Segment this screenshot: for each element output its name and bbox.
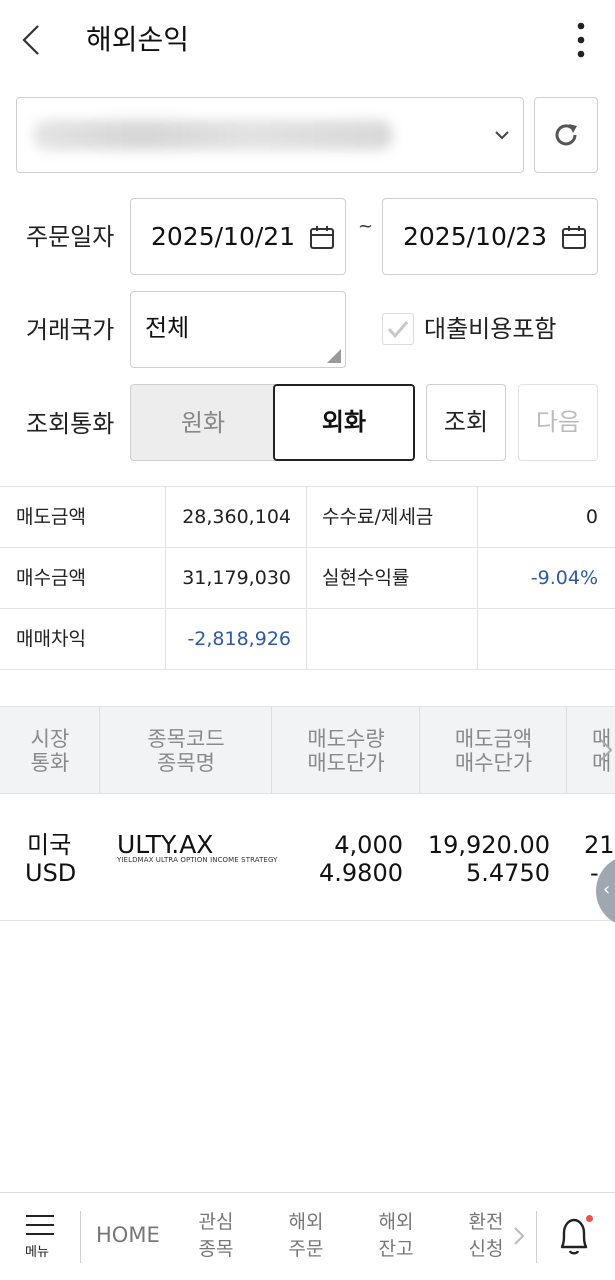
next-button[interactable]: 다음: [518, 384, 598, 461]
row-next-col-1: 21: [584, 831, 615, 859]
col-market-currency: 시장 통화: [30, 727, 70, 775]
fee-tax-value: 0: [585, 506, 598, 528]
end-date-field[interactable]: 2025/10/23: [382, 198, 598, 275]
start-date-field[interactable]: 2025/10/21: [130, 198, 346, 275]
row-market: 미국: [27, 831, 72, 859]
row-name: YIELDMAX ULTRA OPTION INCOME STRATEGY: [117, 856, 278, 864]
calendar-icon: [310, 226, 334, 249]
refresh-icon: [555, 124, 577, 146]
start-date-value: 2025/10/21: [151, 222, 296, 251]
currency-label: 조회통화: [26, 410, 115, 438]
chevron-left-icon: ‹: [603, 879, 611, 900]
back-button[interactable]: [14, 20, 50, 60]
col-sell-amount-buy-price: 매도금액 매수단가: [454, 727, 533, 775]
col-code-name: 종목코드 종목명: [147, 727, 225, 775]
date-separator: ~: [358, 216, 374, 237]
refresh-button[interactable]: [534, 97, 598, 173]
hamburger-icon: [26, 1215, 54, 1242]
end-date-value: 2025/10/23: [403, 222, 548, 251]
order-date-label: 주문일자: [26, 223, 115, 251]
row-sell-price: 4.9800: [319, 859, 403, 887]
grid-header: 시장 통화 종목코드 종목명 매도수량 매도단가 매도금액 매수단가 매매: [0, 706, 615, 794]
more-menu-button[interactable]: [564, 20, 598, 60]
chevron-right-icon[interactable]: [512, 1225, 526, 1247]
app-header: 해외손익: [0, 0, 615, 80]
bottom-nav: 메뉴 HOME 관심 종목 해외 주문 해외 잔고 환전 신청: [0, 1192, 615, 1280]
sell-amount-label: 매도금액: [16, 506, 86, 528]
nav-overseas-balance[interactable]: 해외 잔고: [366, 1209, 426, 1263]
trade-pl-value: -2,818,926: [187, 628, 291, 650]
checkmark-icon: [387, 321, 409, 339]
country-select[interactable]: 전체: [130, 291, 346, 368]
summary-row: 매도금액 28,360,104 수수료/제세금 0: [0, 487, 615, 548]
col-sell-qty-price: 매도수량 매도단가: [307, 727, 385, 775]
row-buy-price: 5.4750: [466, 859, 550, 887]
loan-cost-label: 대출비용포함: [424, 315, 557, 343]
nav-watchlist[interactable]: 관심 종목: [186, 1209, 246, 1263]
menu-button[interactable]: 메뉴: [22, 1211, 60, 1261]
country-label: 거래국가: [26, 316, 115, 344]
trade-pl-label: 매매차익: [16, 628, 86, 650]
buy-amount-label: 매수금액: [16, 567, 86, 589]
dropdown-corner-icon: [327, 349, 341, 363]
currency-krw-toggle[interactable]: 원화: [130, 384, 275, 461]
nav-home[interactable]: HOME: [96, 1223, 160, 1247]
notification-dot: [586, 1215, 593, 1222]
currency-foreign-toggle[interactable]: 외화: [273, 384, 415, 461]
account-select[interactable]: [16, 97, 524, 173]
chevron-down-icon: [495, 131, 509, 140]
sell-amount-value: 28,360,104: [182, 506, 291, 528]
more-vertical-icon: [577, 22, 585, 58]
summary-table: 매도금액 28,360,104 수수료/제세금 0 매수금액 31,179,03…: [0, 486, 615, 670]
buy-amount-value: 31,179,030: [182, 567, 291, 589]
nav-exchange-request[interactable]: 환전 신청: [456, 1209, 516, 1263]
summary-row: 매매차익 -2,818,926: [0, 609, 615, 670]
nav-overseas-order[interactable]: 해외 주문: [276, 1209, 336, 1263]
table-row[interactable]: 미국 USD ULTY.AX YIELDMAX ULTRA OPTION INC…: [0, 795, 615, 921]
row-sell-amount: 19,920.00: [427, 831, 550, 859]
country-value: 전체: [145, 314, 190, 342]
loan-cost-checkbox[interactable]: [382, 313, 414, 345]
account-number-blurred: [33, 120, 393, 150]
calendar-icon: [562, 226, 586, 249]
chevron-right-icon[interactable]: [598, 737, 614, 763]
realized-rate-value: -9.04%: [530, 567, 598, 589]
row-code: ULTY.AX: [117, 830, 214, 859]
fee-tax-label: 수수료/제세금: [322, 506, 434, 528]
realized-rate-label: 실현수익률: [322, 567, 410, 589]
summary-row: 매수금액 31,179,030 실현수익률 -9.04%: [0, 548, 615, 609]
chevron-left-icon: [22, 25, 39, 55]
row-currency: USD: [25, 859, 77, 887]
query-button[interactable]: 조회: [426, 384, 506, 461]
page-title: 해외손익: [86, 23, 190, 56]
row-sell-qty: 4,000: [334, 831, 403, 859]
